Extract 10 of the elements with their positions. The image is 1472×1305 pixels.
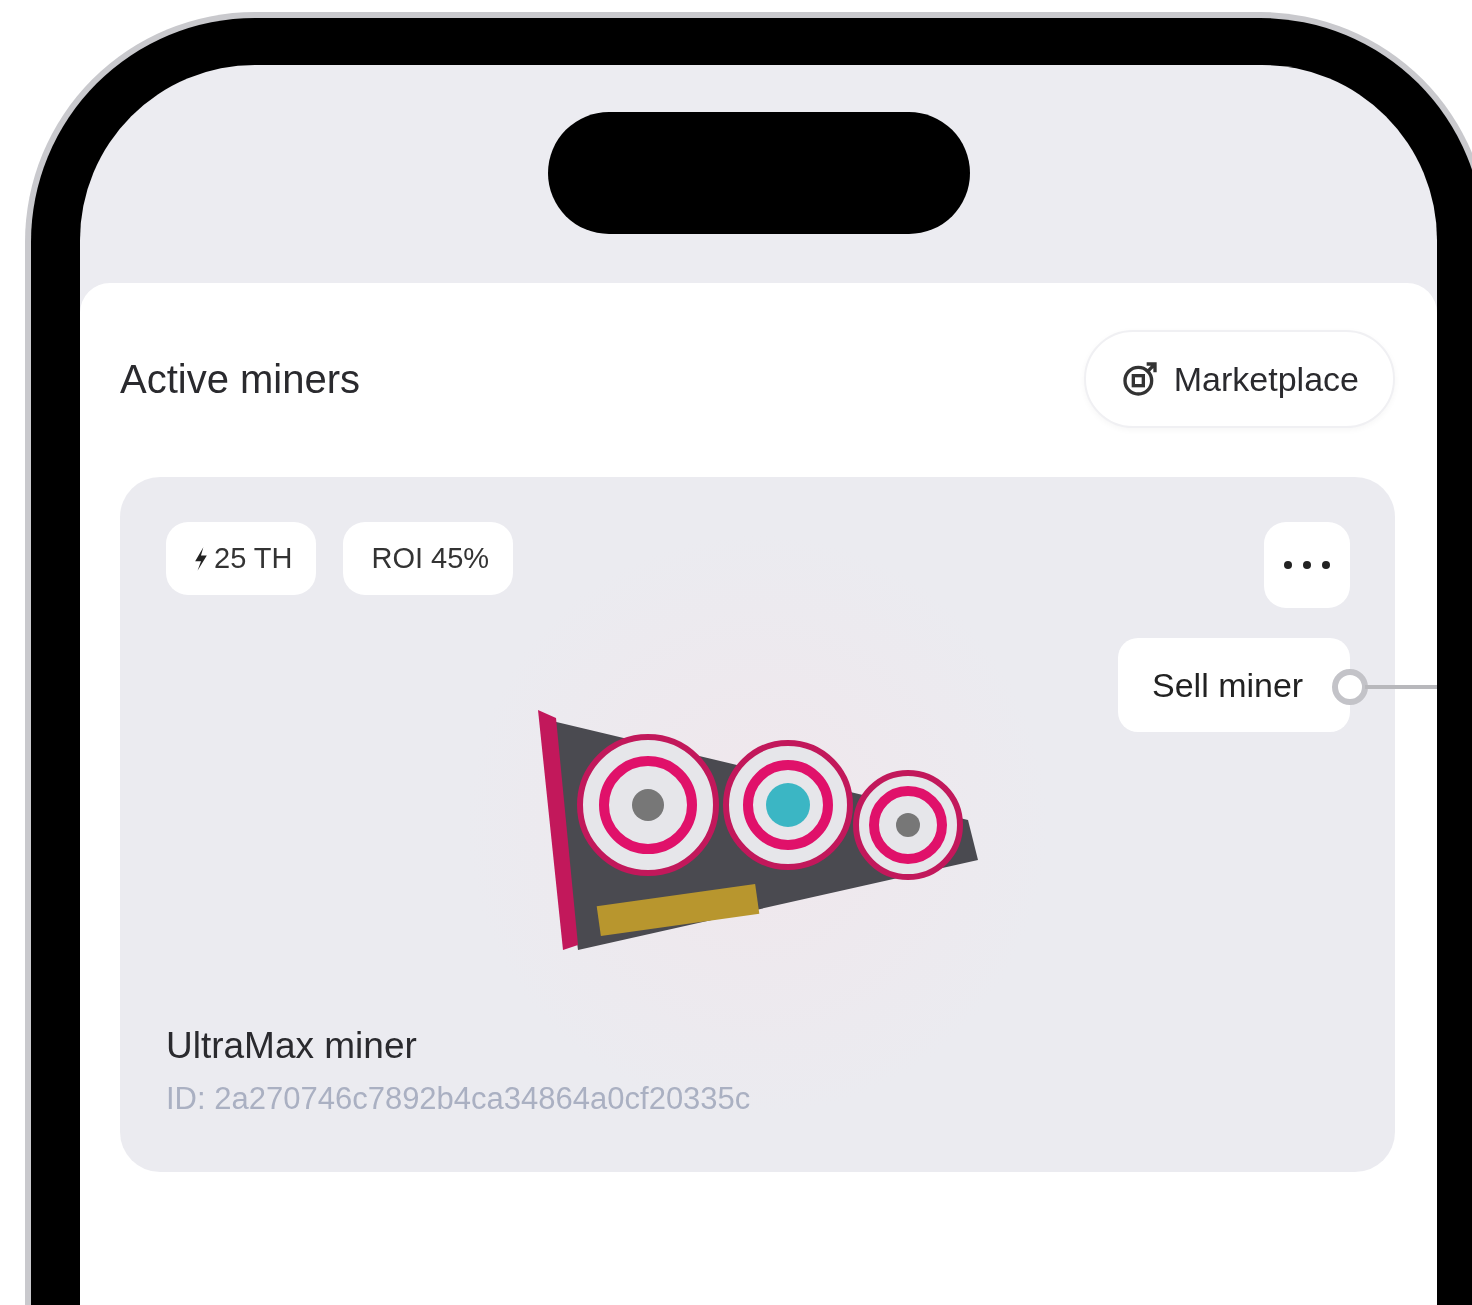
lightning-icon [194,546,208,571]
hashrate-badge: 25 TH [166,522,317,595]
more-button[interactable] [1264,522,1350,608]
roi-badge: ROI 45% [343,522,514,595]
section-title: Active miners [120,356,361,402]
more-icon [1283,560,1331,570]
miner-name: UltraMax miner [166,1025,418,1067]
miner-id: ID: 2a270746c7892b4ca34864a0cf20335c [166,1081,752,1117]
sell-miner-tooltip[interactable]: Sell miner [1118,638,1350,732]
marketplace-button[interactable]: Marketplace [1083,330,1395,428]
